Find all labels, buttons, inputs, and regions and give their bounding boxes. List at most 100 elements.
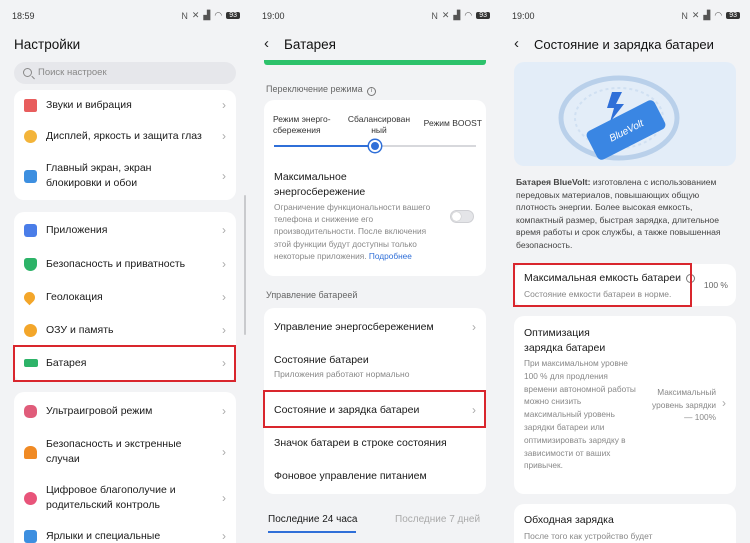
chevron-right-icon: ›: [222, 129, 226, 143]
chevron-right-icon: ›: [222, 169, 226, 183]
wifi-icon: ◠: [714, 10, 723, 20]
battery-graph-edge: [264, 60, 486, 65]
chevron-right-icon: ›: [222, 323, 226, 337]
status-bar: 18:59 N ✕ ▟ ◠ 93: [0, 0, 250, 28]
mode-label-balanced: Сбалансирован ный: [347, 114, 411, 135]
chevron-right-icon: ›: [222, 98, 226, 112]
chevron-right-icon: ›: [222, 445, 226, 459]
battery-icon: 93: [226, 12, 240, 19]
status-bar: 19:00 N ✕ ▟ ◠ 93: [500, 0, 750, 28]
back-button[interactable]: ‹: [514, 35, 519, 52]
search-icon: [23, 68, 32, 77]
max-saving-toggle[interactable]: [450, 210, 474, 223]
settings-group-1: Звуки и вибрация › Дисплей, яркость и за…: [14, 90, 236, 200]
status-bar: 19:00 N ✕ ▟ ◠ 93: [250, 0, 500, 28]
max-saving-title: Максимальное энергосбережение: [274, 171, 366, 198]
battery-description: Батарея BlueVolt: изготовлена с использо…: [516, 177, 721, 250]
opt-desc: При максимальном уровне 100 % для продле…: [524, 358, 636, 471]
mute-icon: ✕: [441, 10, 450, 20]
bluevolt-illustration: BlueVolt: [558, 75, 680, 161]
battery-state-item[interactable]: Состояние батареи Приложения работают но…: [274, 354, 409, 380]
back-button[interactable]: ‹: [264, 35, 269, 52]
settings-item-emergency[interactable]: Безопасность и экстренные случаи ›: [14, 436, 236, 468]
bypass-charging-item[interactable]: Обходная зарядка После того как устройст…: [514, 504, 736, 543]
chevron-right-icon: ›: [722, 396, 726, 410]
max-capacity-value: 100 %: [703, 280, 728, 290]
chevron-right-icon: ›: [222, 404, 226, 418]
nfc-icon: N: [681, 10, 688, 21]
status-time: 19:00: [512, 11, 535, 21]
settings-item-apps[interactable]: Приложения ›: [14, 220, 236, 240]
signal-icon: ▟: [203, 10, 211, 20]
status-time: 18:59: [12, 11, 35, 21]
wifi-icon: ◠: [214, 10, 223, 20]
settings-item-location[interactable]: Геолокация ›: [14, 287, 236, 307]
battery-icon: 93: [726, 12, 740, 19]
settings-item-display[interactable]: Дисплей, яркость и защита глаз ›: [14, 125, 236, 147]
scrollbar[interactable]: [244, 195, 246, 335]
battery-state-screen: 19:00 N ✕ ▟ ◠ 93 ‹ Состояние и зарядка б…: [500, 0, 750, 543]
sun-icon: [24, 129, 37, 143]
mute-icon: ✕: [691, 10, 700, 20]
highlight-state-charging: [263, 390, 486, 428]
nfc-icon: N: [431, 10, 438, 21]
settings-item-memory[interactable]: ОЗУ и память ›: [14, 320, 236, 340]
chevron-right-icon: ›: [222, 223, 226, 237]
battery-icon: 93: [476, 12, 490, 19]
mode-slider-fill: [274, 145, 375, 147]
shield-icon: [24, 257, 37, 271]
background-mgmt-item[interactable]: Фоновое управление питанием: [264, 465, 486, 487]
settings-item-wellbeing[interactable]: Цифровое благополучие и родительский кон…: [14, 482, 236, 514]
tab-7d[interactable]: Последние 7 дней: [395, 514, 480, 525]
battery-illustration: BlueVolt: [514, 62, 736, 166]
page-title: Батарея: [284, 37, 336, 52]
opt-title: Оптимизация зарядка батареи: [524, 327, 606, 354]
more-link[interactable]: Подробнее: [369, 251, 412, 261]
toggle-knob: [452, 212, 461, 221]
nfc-icon: N: [181, 10, 188, 21]
memory-icon: [24, 323, 37, 337]
settings-item-shortcuts[interactable]: Ярлыки и специальные ›: [14, 526, 236, 543]
tab-24h[interactable]: Последние 24 часа: [268, 514, 357, 525]
speaker-icon: [24, 98, 37, 112]
shortcut-icon: [24, 529, 37, 543]
mgmt-section-header: Управление батареей: [266, 290, 358, 300]
tab-indicator: [268, 531, 356, 533]
chevron-right-icon: ›: [472, 320, 476, 334]
gamepad-icon: [24, 404, 37, 418]
location-icon: [21, 289, 38, 305]
highlight-max-capacity: [513, 263, 692, 307]
mode-label-boost: Режим BOOST: [423, 118, 482, 128]
heart-icon: [24, 491, 37, 505]
settings-item-security[interactable]: Безопасность и приватность ›: [14, 254, 236, 274]
status-icon-item[interactable]: Значок батареи в строке состояния: [264, 432, 486, 454]
settings-screen: 18:59 N ✕ ▟ ◠ 93 Настройки Поиск настрое…: [0, 0, 250, 543]
status-time: 19:00: [262, 11, 285, 21]
search-placeholder: Поиск настроек: [38, 67, 107, 78]
settings-group-3: Ультраигровой режим › Безопасность и экс…: [14, 392, 236, 543]
settings-item-sound[interactable]: Звуки и вибрация ›: [14, 94, 236, 116]
signal-icon: ▟: [453, 10, 461, 20]
energy-mgmt-item[interactable]: Управление энергосбережением ›: [264, 316, 486, 338]
opt-value: Максимальный уровень зарядки — 100%: [652, 387, 716, 422]
settings-item-game-mode[interactable]: Ультраигровой режим ›: [14, 401, 236, 421]
search-input[interactable]: Поиск настроек: [14, 62, 236, 84]
mode-label-saving: Режим энерго-сбережения: [273, 114, 331, 135]
max-saving-desc: Ограничение функциональности вашего теле…: [274, 202, 431, 261]
apps-icon: [24, 223, 37, 237]
mode-card: Режим энерго-сбережения Сбалансирован ны…: [264, 100, 486, 276]
page-title: Состояние и зарядка батареи: [534, 37, 714, 52]
page-title: Настройки: [14, 37, 81, 52]
info-icon: i: [367, 87, 377, 96]
highlight-battery: [13, 345, 236, 382]
chevron-right-icon: ›: [222, 491, 226, 505]
mute-icon: ✕: [191, 10, 200, 20]
chevron-right-icon: ›: [222, 290, 226, 304]
charge-optimization-item[interactable]: Оптимизация зарядка батареи При максимал…: [514, 316, 736, 494]
settings-item-home-screen[interactable]: Главный экран, экран блокировки и обои ›: [14, 158, 236, 194]
wifi-icon: ◠: [464, 10, 473, 20]
wallpaper-icon: [24, 169, 37, 183]
mode-slider-thumb[interactable]: [369, 140, 381, 152]
bell-icon: [24, 445, 37, 459]
signal-icon: ▟: [703, 10, 711, 20]
